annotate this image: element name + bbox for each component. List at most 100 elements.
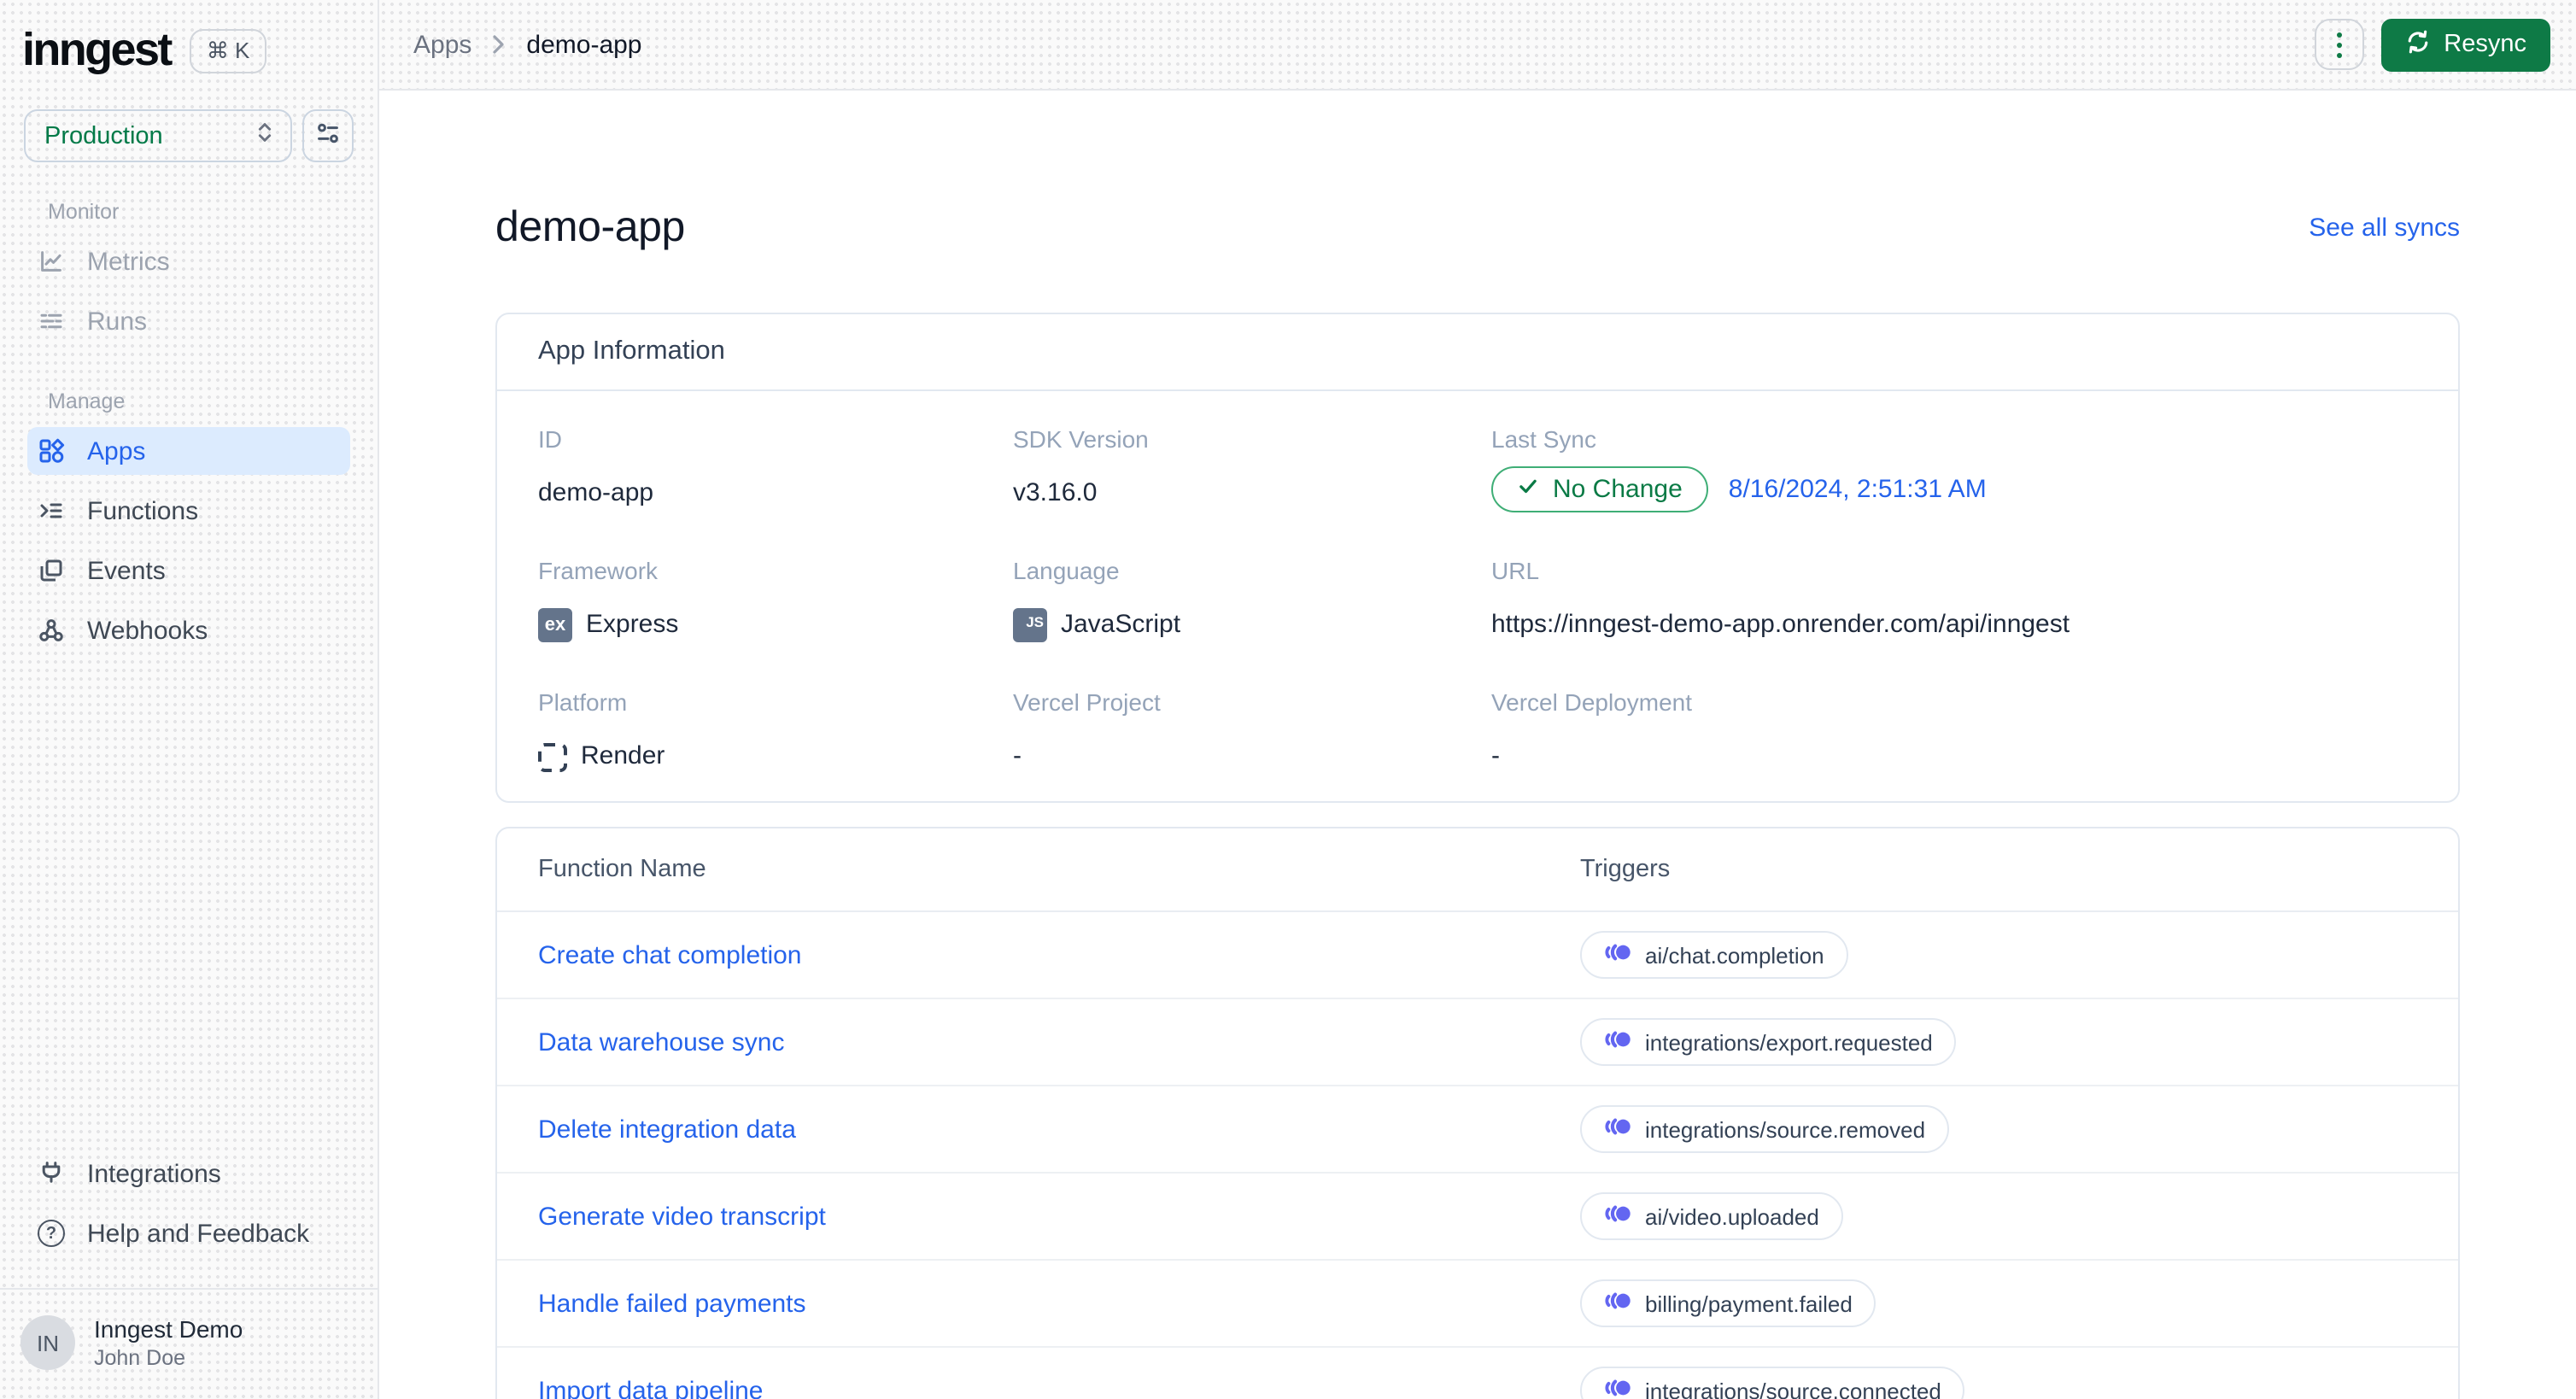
- trigger-name: integrations/source.removed: [1645, 1116, 1926, 1142]
- logo-row: inngest ⌘ K: [0, 0, 378, 73]
- table-row: Create chat completion ai/chat.completio…: [497, 912, 2458, 999]
- language-value: JavaScript: [1061, 610, 1181, 639]
- sidebar-item-label: Integrations: [87, 1159, 221, 1188]
- environment-value: Production: [44, 122, 163, 149]
- sidebar-item-label: Events: [87, 556, 166, 585]
- sidebar-item-events[interactable]: Events: [27, 547, 350, 594]
- sidebar-nav: Monitor Metrics Runs Manage Apps Functio…: [0, 200, 378, 666]
- field-value: Render: [538, 738, 1013, 776]
- event-trigger-icon: [1604, 1028, 1631, 1056]
- functions-table-header: Function Name Triggers: [497, 828, 2458, 912]
- field-label: Vercel Project: [1013, 688, 1161, 716]
- javascript-icon: JS: [1013, 608, 1047, 642]
- event-trigger-icon: [1604, 1377, 1631, 1399]
- sliders-icon: [314, 120, 342, 152]
- platform-value: Render: [581, 741, 665, 770]
- breadcrumb-apps[interactable]: Apps: [413, 30, 471, 59]
- function-link[interactable]: Import data pipeline: [538, 1376, 1580, 1399]
- field-label: ID: [538, 425, 562, 453]
- last-sync-value: No Change 8/16/2024, 2:51:31 AM: [1491, 466, 2417, 512]
- sidebar-item-runs[interactable]: Runs: [27, 297, 350, 345]
- resync-button[interactable]: Resync: [2380, 18, 2550, 71]
- trigger-pill[interactable]: billing/payment.failed: [1580, 1279, 1876, 1327]
- environment-selector[interactable]: Production: [24, 109, 292, 162]
- events-icon: [38, 557, 65, 584]
- chart-icon: [38, 248, 65, 275]
- sidebar-item-webhooks[interactable]: Webhooks: [27, 606, 350, 654]
- trigger-pill[interactable]: ai/chat.completion: [1580, 931, 1848, 979]
- field-last-sync: Last Sync No Change 8/16/2024, 2:51:31 A…: [1491, 425, 2417, 512]
- trigger-pill[interactable]: integrations/source.removed: [1580, 1105, 1950, 1153]
- function-link[interactable]: Handle failed payments: [538, 1289, 1580, 1318]
- chevron-right-icon: [492, 34, 506, 55]
- sidebar-section-monitor: Monitor: [48, 200, 120, 224]
- sidebar-item-label: Help and Feedback: [87, 1219, 310, 1248]
- sidebar-item-metrics[interactable]: Metrics: [27, 237, 350, 285]
- trigger-name: ai/chat.completion: [1645, 942, 1824, 968]
- field-url: URL https://inngest-demo-app.onrender.co…: [1491, 557, 2417, 644]
- see-all-syncs-link[interactable]: See all syncs: [2309, 214, 2460, 243]
- field-sdk-version: SDK Version v3.16.0: [1013, 425, 1491, 512]
- environment-row: Production: [0, 109, 378, 162]
- last-sync-date-link[interactable]: 8/16/2024, 2:51:31 AM: [1729, 475, 1987, 504]
- env-filter-button[interactable]: [302, 109, 354, 162]
- app-information-grid: ID demo-app SDK Version v3.16.0 Last Syn…: [497, 391, 2458, 801]
- express-icon: ex: [538, 608, 572, 642]
- table-row: Handle failed payments billing/payment.f…: [497, 1261, 2458, 1348]
- function-link[interactable]: Data warehouse sync: [538, 1027, 1580, 1057]
- event-trigger-icon: [1604, 941, 1631, 969]
- sidebar-item-label: Apps: [87, 436, 146, 465]
- field-vercel-project: Vercel Project -: [1013, 688, 1491, 776]
- main-area: Apps demo-app Resync demo-app See all sy…: [379, 0, 2576, 1399]
- trigger-pill[interactable]: ai/video.uploaded: [1580, 1192, 1843, 1240]
- command-k-shortcut[interactable]: ⌘ K: [189, 28, 267, 73]
- column-function-name: Function Name: [538, 856, 706, 883]
- trigger-pill[interactable]: integrations/export.requested: [1580, 1018, 1957, 1066]
- field-framework: Framework ex Express: [538, 557, 1013, 644]
- field-value: JS JavaScript: [1013, 606, 1491, 644]
- sidebar-item-help[interactable]: ? Help and Feedback: [27, 1209, 350, 1257]
- function-link[interactable]: Delete integration data: [538, 1115, 1580, 1144]
- plug-icon: [38, 1160, 65, 1187]
- sidebar-footer: Integrations ? Help and Feedback: [0, 1150, 378, 1269]
- field-label: Framework: [538, 557, 659, 584]
- sidebar-item-label: Runs: [87, 307, 148, 336]
- user-menu[interactable]: IN Inngest Demo John Doe: [0, 1288, 378, 1399]
- framework-value: Express: [586, 610, 679, 639]
- table-row: Generate video transcript ai/video.uploa…: [497, 1174, 2458, 1261]
- more-options-button[interactable]: [2314, 19, 2364, 70]
- chevron-updown-icon: [255, 120, 275, 152]
- field-label: URL: [1491, 557, 1540, 584]
- sidebar-item-functions[interactable]: Functions: [27, 487, 350, 535]
- runs-icon: [38, 307, 65, 335]
- resync-label: Resync: [2444, 31, 2526, 58]
- field-platform: Platform Render: [538, 688, 1013, 776]
- function-link[interactable]: Generate video transcript: [538, 1202, 1580, 1231]
- field-id: ID demo-app: [538, 425, 1013, 512]
- field-label: Language: [1013, 557, 1120, 584]
- field-value: ex Express: [538, 606, 1013, 644]
- sidebar-item-integrations[interactable]: Integrations: [27, 1150, 350, 1197]
- event-trigger-icon: [1604, 1115, 1631, 1143]
- topbar-actions: Resync: [2314, 18, 2550, 71]
- inngest-logo[interactable]: inngest: [22, 26, 173, 73]
- trigger-pill[interactable]: integrations/source.connected: [1580, 1367, 1965, 1399]
- app-url: https://inngest-demo-app.onrender.com/ap…: [1491, 610, 2070, 639]
- functions-table-card: Function Name Triggers Create chat compl…: [495, 827, 2460, 1399]
- table-row: Delete integration data integrations/sou…: [497, 1086, 2458, 1174]
- field-value: -: [1013, 741, 1022, 770]
- sidebar-item-apps[interactable]: Apps: [27, 427, 350, 475]
- render-icon: [538, 742, 567, 771]
- function-link[interactable]: Create chat completion: [538, 940, 1580, 969]
- field-vercel-deployment: Vercel Deployment -: [1491, 688, 2417, 776]
- badge-label: No Change: [1553, 475, 1683, 504]
- field-label: Last Sync: [1491, 425, 1596, 453]
- event-trigger-icon: [1604, 1203, 1631, 1230]
- event-trigger-icon: [1604, 1290, 1631, 1317]
- field-value: -: [1491, 741, 1500, 770]
- field-label: SDK Version: [1013, 425, 1149, 453]
- no-change-badge: No Change: [1491, 466, 1708, 512]
- sidebar-item-label: Functions: [87, 496, 199, 525]
- column-triggers: Triggers: [1580, 856, 1671, 883]
- sidebar: inngest ⌘ K Production Monitor Metrics R…: [0, 0, 379, 1399]
